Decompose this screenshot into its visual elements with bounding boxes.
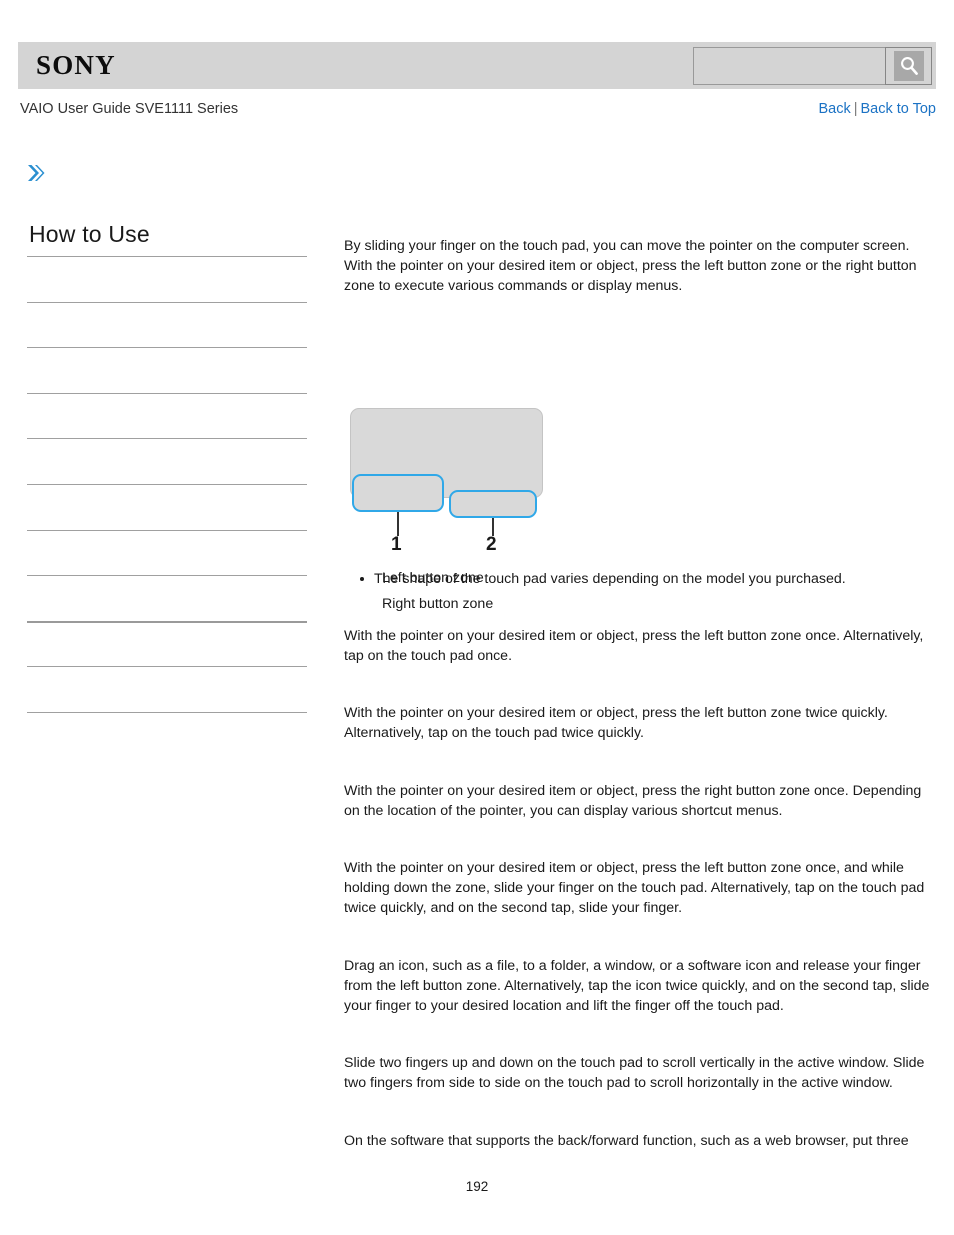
sidebar-item-label (27, 303, 307, 310)
sidebar-item-label (27, 576, 307, 583)
nav-separator: | (853, 101, 858, 117)
back-link[interactable]: Back (818, 101, 850, 117)
callout-number-1: 1 (391, 533, 402, 555)
legend-item-right-button-zone: Right button zone (382, 595, 494, 612)
back-to-top-link[interactable]: Back to Top (860, 101, 936, 117)
sidebar-item-4[interactable] (27, 392, 307, 439)
search-icon (893, 51, 924, 81)
double-chevron-right-icon[interactable] (22, 160, 48, 186)
sidebar-item-label (27, 348, 307, 355)
intro-paragraph: By sliding your finger on the touch pad,… (344, 238, 917, 295)
right-button-zone-highlight (449, 489, 537, 518)
left-button-zone-highlight (352, 473, 444, 512)
callout-leader-line-1 (397, 511, 399, 536)
touchpad-diagram: 1 2 Left button zone Right button zone (344, 328, 594, 612)
sidebar-item-8[interactable] (27, 575, 307, 621)
sidebar-item-7[interactable] (27, 529, 307, 576)
section-paragraph-double-click: With the pointer on your desired item or… (344, 705, 888, 742)
sidebar: How to Use (27, 220, 307, 758)
section-paragraph-drag: With the pointer on your desired item or… (344, 860, 925, 917)
guide-title: VAIO User Guide SVE1111 Series (20, 101, 239, 117)
main-content: By sliding your finger on the touch pad,… (344, 236, 940, 1151)
sidebar-item-1[interactable] (27, 256, 307, 302)
callout-number-2: 2 (486, 533, 497, 555)
section-paragraph-scroll: Slide two fingers up and down on the tou… (344, 1055, 925, 1092)
page-title: How to Use (29, 221, 150, 247)
sidebar-item-6[interactable] (27, 483, 307, 530)
sidebar-item-label (27, 531, 307, 538)
sidebar-item-label (27, 257, 307, 264)
sidebar-item-3[interactable] (27, 347, 307, 393)
section-paragraph-right-click: With the pointer on your desired item or… (344, 782, 922, 819)
sidebar-item-9[interactable] (27, 620, 307, 667)
sidebar-item-5[interactable] (27, 438, 307, 484)
site-header: SONY (18, 42, 936, 89)
sidebar-item-label (27, 394, 307, 401)
sidebar-item-label (27, 439, 307, 446)
list-item: The shape of the touch pad varies depend… (360, 569, 940, 589)
header-nav-links: Back | Back to Top (818, 101, 936, 117)
search-input[interactable] (693, 47, 885, 85)
sidebar-item-label (27, 667, 307, 674)
sidebar-item-2[interactable] (27, 301, 307, 348)
search-area (693, 47, 932, 85)
note-list: The shape of the touch pad varies depend… (344, 569, 940, 589)
sidebar-item-10[interactable] (27, 666, 307, 712)
sidebar-item-label (27, 623, 307, 630)
sidebar-item-label (27, 485, 307, 492)
section-paragraph-drag-and-drop: Drag an icon, such as a file, to a folde… (344, 957, 930, 1015)
sidebar-list-end-rule (27, 711, 307, 758)
search-button[interactable] (885, 47, 932, 85)
section-paragraph-back-forward: On the software that supports the back/f… (344, 1132, 909, 1149)
page-number: 192 (465, 1179, 489, 1194)
sony-logo: SONY (36, 50, 116, 80)
section-paragraph-click: With the pointer on your desired item or… (344, 627, 924, 665)
